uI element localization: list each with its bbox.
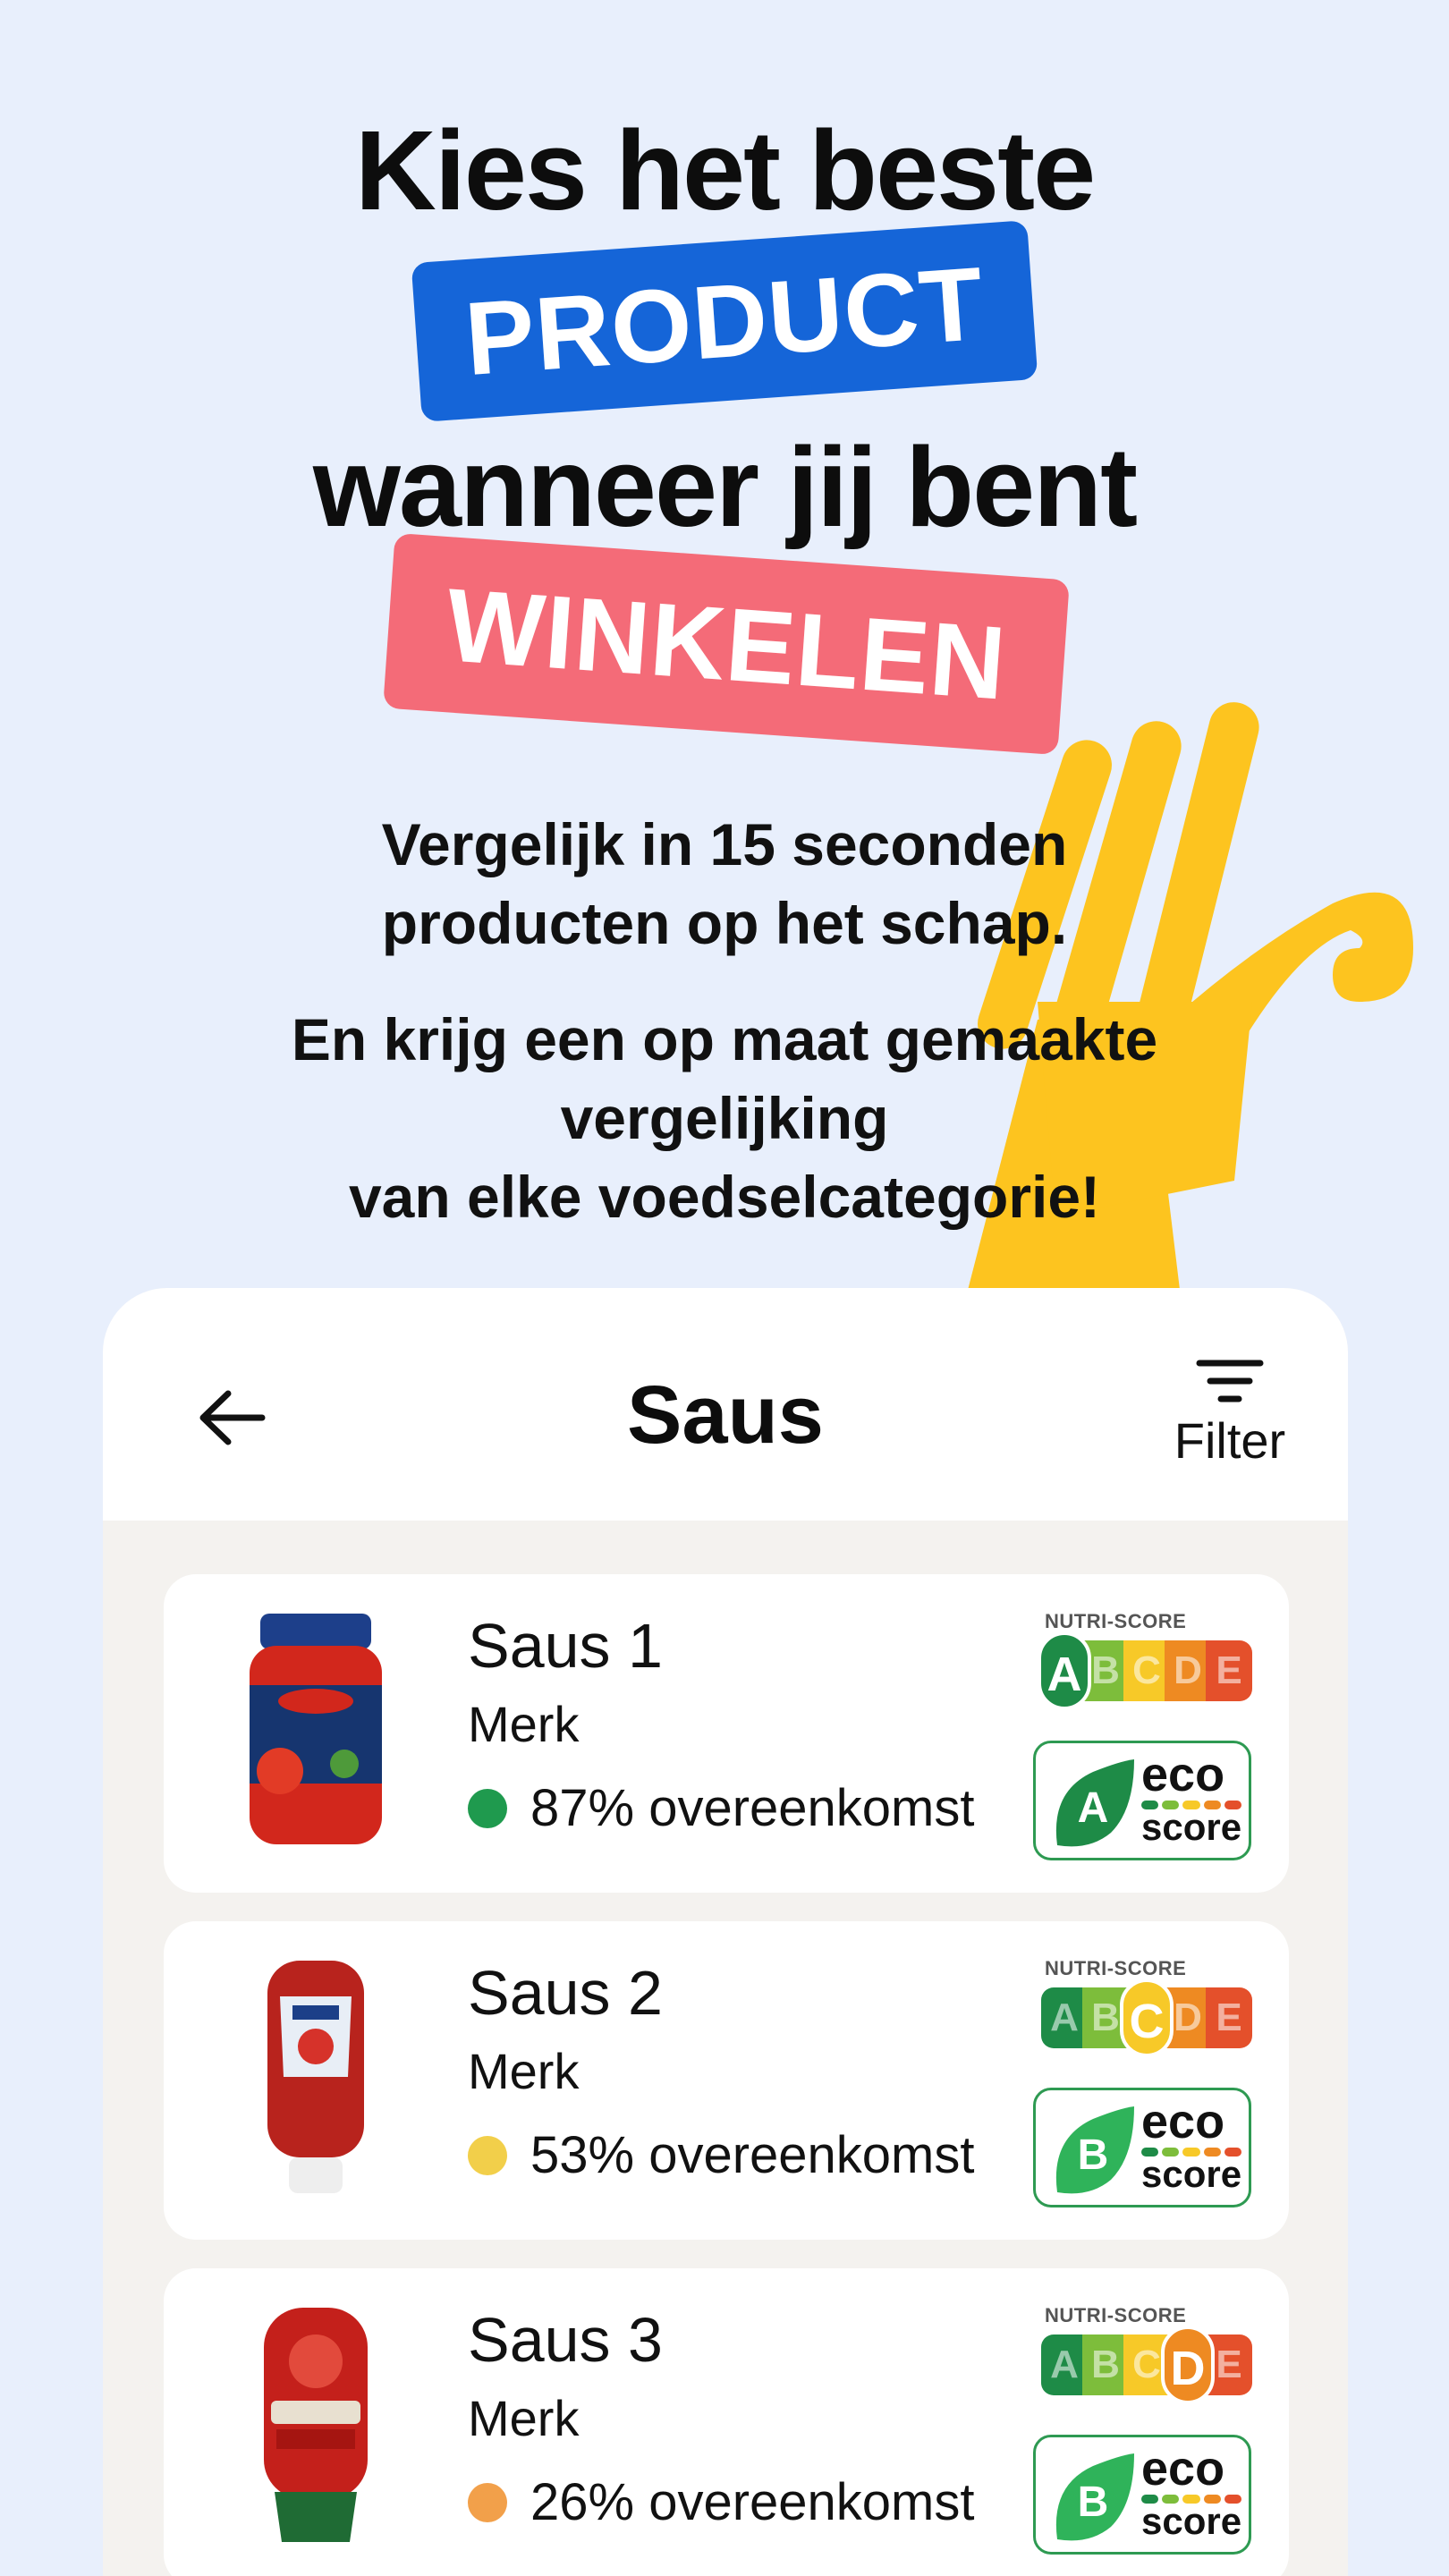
match-text: 53% overeenkomst <box>530 2126 975 2184</box>
score-word: score <box>1141 2500 1242 2542</box>
score-word: score <box>1141 2153 1242 2195</box>
nutri-score-badge: NUTRI-SCORE A B C D E <box>1036 1610 1259 1710</box>
product-card[interactable]: Saus 1 Merk 87% overeenkomst NUTRI-SCORE A B C… <box>164 1574 1289 1893</box>
nutri-grade-a: A <box>1041 1987 1088 2048</box>
nutri-grade-d: D <box>1161 2326 1215 2404</box>
eco-word: eco <box>1141 2442 1225 2496</box>
score-word: score <box>1141 1806 1242 1848</box>
filter-label: Filter <box>1174 1412 1286 1469</box>
product-brand: Merk <box>468 2043 580 2099</box>
phone-screen: Saus Filter Saus 1 Merk 87% overeenkomst NU… <box>103 1288 1348 2576</box>
product-name: Saus 3 <box>468 2305 663 2375</box>
nutri-score-badge: NUTRI-SCORE A B C D E <box>1036 1957 1259 2057</box>
product-card[interactable]: Saus 3 Merk 26% overeenkomst NUTRI-SCORE A B C… <box>164 2268 1289 2576</box>
nutri-grade-c: C <box>1120 1979 1174 2057</box>
filter-icon <box>1196 1360 1264 1402</box>
headline-line-2: wanneer jij bent <box>312 424 1138 550</box>
match-score: 53% overeenkomst <box>468 2125 974 2185</box>
product-tag: PRODUCT <box>411 220 1038 422</box>
match-score: 87% overeenkomst <box>468 1778 974 1838</box>
eco-leaf-icon: B <box>1055 2106 1134 2194</box>
match-text: 87% overeenkomst <box>530 1779 975 1837</box>
nutri-grade-a: A <box>1038 1631 1091 1710</box>
product-name: Saus 2 <box>468 1958 663 2028</box>
nutri-grade-e: E <box>1206 1987 1252 2048</box>
product-card[interactable]: Saus 2 Merk 53% overeenkomst NUTRI-SCORE A B C… <box>164 1921 1289 2240</box>
ketchup-bottle-red-image <box>244 2308 387 2547</box>
subtitle-custom: En krijg een op maat gemaakte vergelijki… <box>291 1006 1158 1230</box>
eco-grade: B <box>1078 2131 1109 2179</box>
headline-line-1: Kies het beste <box>354 107 1096 233</box>
nutri-grade-b: B <box>1082 2334 1129 2395</box>
match-dot-icon <box>468 1788 507 1828</box>
pasta-sauce-jar-image <box>244 1614 387 1853</box>
nutri-grade-d: D <box>1165 1640 1211 1701</box>
hero-section: Kies het beste PRODUCT wanneer jij bent … <box>0 0 1449 1297</box>
eco-score-badge: Aeco score <box>1033 1741 1251 1860</box>
nutri-grade-c: C <box>1123 1640 1170 1701</box>
product-name: Saus 1 <box>468 1611 663 1681</box>
nutri-score-badge: NUTRI-SCORE A B C D E <box>1036 2304 1259 2404</box>
match-score: 26% overeenkomst <box>468 2472 974 2532</box>
ketchup-bottle-image <box>244 1961 387 2200</box>
match-dot-icon <box>468 2482 507 2522</box>
nutri-grade-e: E <box>1206 1640 1252 1701</box>
eco-leaf-icon: B <box>1055 2453 1134 2541</box>
eco-grade: B <box>1078 2479 1109 2526</box>
product-brand: Merk <box>468 2390 580 2446</box>
match-text: 26% overeenkomst <box>530 2473 975 2531</box>
nutri-grade-a: A <box>1041 2334 1088 2395</box>
eco-grade: A <box>1078 1784 1109 1832</box>
filter-button[interactable]: Filter <box>1140 1356 1319 1499</box>
subtitle-compare: Vergelijk in 15 seconden producten op he… <box>381 811 1068 956</box>
eco-word: eco <box>1141 2095 1225 2148</box>
screen-header: Saus Filter <box>103 1288 1348 1521</box>
eco-score-badge: Beco score <box>1033 2088 1251 2207</box>
eco-leaf-icon: A <box>1055 1759 1134 1847</box>
eco-word: eco <box>1141 1748 1225 1801</box>
shopping-tag: WINKELEN <box>383 532 1070 756</box>
product-brand: Merk <box>468 1696 580 1752</box>
nutri-score-label: NUTRI-SCORE <box>1045 2304 1187 2326</box>
eco-score-badge: Beco score <box>1033 2435 1251 2555</box>
match-dot-icon <box>468 2135 507 2175</box>
